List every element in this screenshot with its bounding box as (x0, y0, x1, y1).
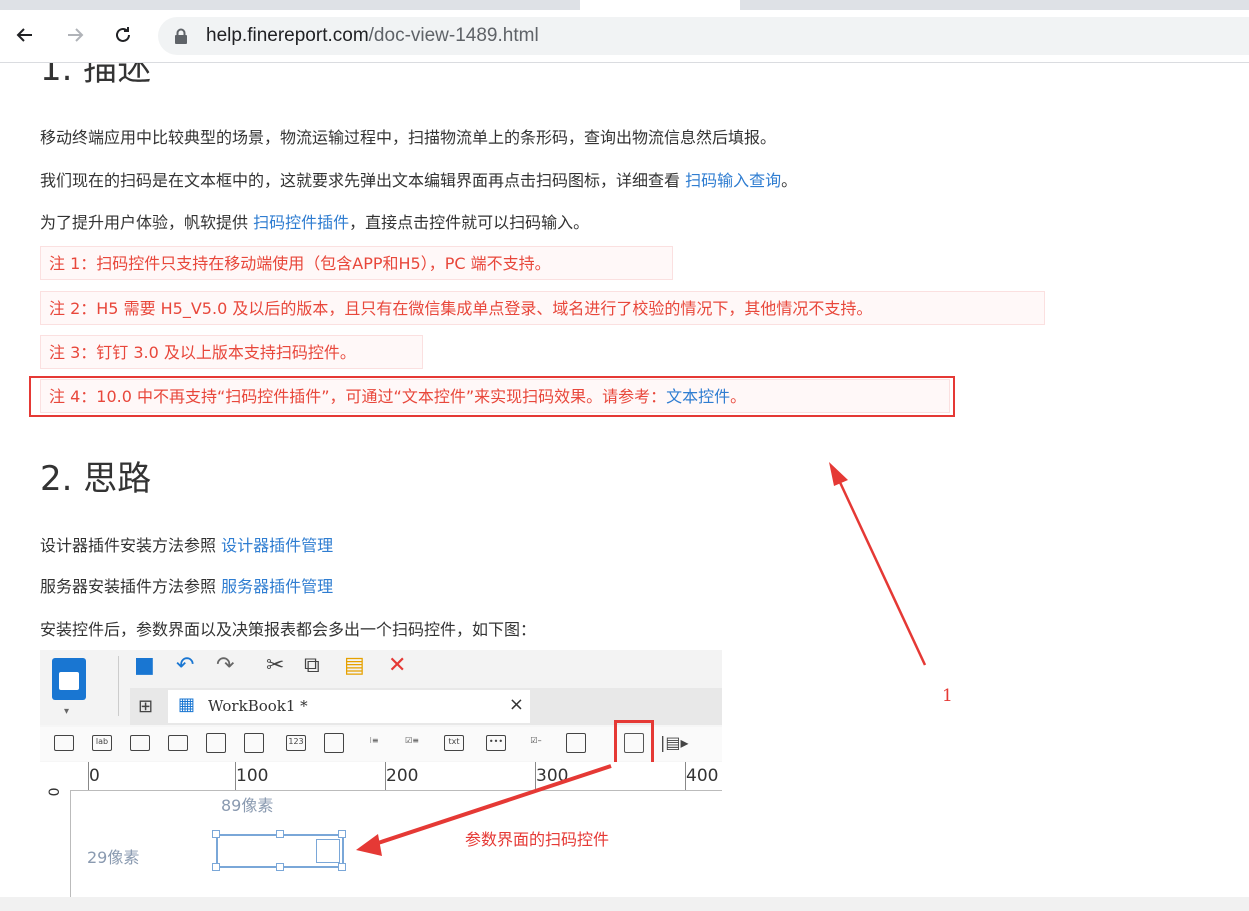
url-path: /doc-view-1489.html (368, 25, 539, 46)
ruler-100: 100 (236, 766, 269, 786)
address-bar[interactable]: help.finereport.com/doc-view-1489.html (158, 17, 1249, 55)
note-2: 注 2：H5 需要 H5_V5.0 及以后的版本，且只有在微信集成单点登录、域名… (40, 291, 1045, 325)
paragraph-2-text: 我们现在的扫码是在文本框中的，这就要求先弹出文本编辑界面再点击扫码图标，详细查看 (40, 171, 686, 190)
ruler-tick (385, 762, 386, 790)
widget-checkbox-icon[interactable]: ☑– (526, 735, 546, 751)
paragraph-3-text: 为了提升用户体验，帆软提供 (40, 213, 254, 232)
undo-icon[interactable]: ↶ (176, 654, 194, 678)
reload-icon (116, 27, 130, 42)
workbook-tab-label: WorkBook1 * (208, 697, 308, 715)
designer-logo-icon (52, 658, 86, 700)
forward-arrow-icon (68, 28, 84, 42)
widget-combo-icon[interactable] (168, 735, 188, 751)
server-plugin-management-link[interactable]: 服务器插件管理 (221, 577, 333, 596)
bottom-bar (0, 897, 1249, 911)
designer-plugin-text: 设计器插件安装方法参照 (40, 536, 222, 555)
url-text[interactable]: help.finereport.com/doc-view-1489.html (206, 25, 539, 47)
note-1: 注 1：扫码控件只支持在移动端使用（包含APP和H5），PC 端不支持。 (40, 246, 673, 280)
active-tab[interactable] (580, 0, 740, 10)
annotation-number: 1 (942, 686, 953, 706)
parameter-canvas[interactable]: 89像素 29像素 (71, 791, 722, 897)
designer-toolbar: ▾ ■ ↶ ↷ ✂ ⧉ ▤ ✕ ⊞ ▦ WorkBook1 * × (40, 650, 722, 725)
copy-icon[interactable]: ⧉ (304, 654, 320, 678)
resize-handle[interactable] (276, 863, 284, 871)
resize-handle[interactable] (276, 830, 284, 838)
scan-widget-highlight-box (614, 720, 654, 766)
resize-handle[interactable] (212, 863, 220, 871)
widget-textbox-icon[interactable] (130, 735, 150, 751)
height-label: 29像素 (87, 848, 140, 867)
section2-title: 2. 思路 (40, 459, 152, 499)
width-label: 89像素 (221, 796, 274, 815)
ruler-tick (88, 762, 89, 790)
back-button[interactable] (12, 22, 38, 48)
redo-icon[interactable]: ↷ (216, 654, 234, 678)
widget-calendar-icon[interactable] (244, 733, 264, 753)
toolbar-separator (118, 656, 119, 716)
scan-widget-caption: 参数界面的扫码控件 (465, 830, 610, 849)
grid-icon[interactable]: ⊞ (138, 696, 153, 717)
install-description: 安装控件后，参数界面以及决策报表都会多出一个扫码控件，如下图： (40, 620, 537, 639)
horizontal-ruler: 0 100 200 300 400 (40, 762, 722, 791)
section1-title: 1. 描述 (40, 63, 152, 89)
ruler-400: 400 (686, 766, 719, 786)
ruler-tick (535, 762, 536, 790)
workbook-icon: ▦ (178, 694, 196, 715)
server-plugin-line: 服务器安装插件方法参照 服务器插件管理 (40, 573, 333, 597)
designer-plugin-management-link[interactable]: 设计器插件管理 (221, 536, 333, 555)
note-4-highlight-box (29, 376, 955, 417)
cut-icon[interactable]: ✂ (266, 654, 284, 678)
ruler-300: 300 (536, 766, 569, 786)
reload-button[interactable] (110, 22, 136, 48)
widget-radio-group-icon[interactable]: ⁝≡ (364, 735, 384, 751)
widget-textarea-icon[interactable] (324, 733, 344, 753)
lock-icon (175, 28, 187, 44)
delete-icon[interactable]: ✕ (388, 654, 406, 678)
ruler-tick (685, 762, 686, 790)
tab-strip (0, 0, 1249, 10)
designer-plugin-line: 设计器插件安装方法参照 设计器插件管理 (40, 532, 333, 556)
scan-widget-plugin-link[interactable]: 扫码控件插件 (253, 213, 349, 232)
vertical-ruler: 0 (40, 787, 71, 897)
workbook-tab[interactable]: ▦ WorkBook1 * × (168, 690, 530, 723)
browser-toolbar: help.finereport.com/doc-view-1489.html (0, 10, 1249, 63)
paragraph-3-end: ，直接点击控件就可以扫码输入。 (349, 213, 590, 232)
paragraph-2: 我们现在的扫码是在文本框中的，这就要求先弹出文本编辑界面再点击扫码图标，详细查看… (40, 167, 797, 191)
ruler-tick (235, 762, 236, 790)
paragraph-2-end: 。 (781, 171, 798, 190)
scan-input-query-link[interactable]: 扫码输入查询 (685, 171, 781, 190)
designer-screenshot: ▾ ■ ↶ ↷ ✂ ⧉ ▤ ✕ ⊞ ▦ WorkBook1 * × lab 12… (40, 650, 722, 897)
note-3: 注 3：钉钉 3.0 及以上版本支持扫码控件。 (40, 335, 423, 369)
vruler-0: 0 (44, 787, 61, 797)
paste-icon[interactable]: ▤ (344, 654, 365, 678)
widget-date-icon[interactable] (206, 733, 226, 753)
scan-icon[interactable] (316, 839, 340, 863)
ruler-0: 0 (89, 766, 100, 786)
dropdown-arrow-icon: ▾ (64, 706, 70, 717)
page-content: 1. 描述 移动终端应用中比较典型的场景，物流运输过程中，扫描物流单上的条形码，… (0, 63, 1249, 897)
resize-handle[interactable] (212, 830, 220, 838)
url-domain: help.finereport.com (206, 25, 369, 46)
server-plugin-text: 服务器安装插件方法参照 (40, 577, 222, 596)
more-widgets-icon[interactable]: |▤▸ (660, 733, 689, 752)
widget-button-icon[interactable] (54, 735, 74, 751)
resize-handle[interactable] (338, 830, 346, 838)
widget-text-icon[interactable]: txt (444, 735, 464, 751)
widget-number-icon[interactable]: 123 (286, 735, 306, 751)
widget-label-icon[interactable]: lab (92, 735, 112, 751)
widget-password-icon[interactable]: ••• (486, 735, 506, 751)
back-arrow-icon (16, 28, 32, 42)
widget-checkbox-group-icon[interactable]: ☑≡ (402, 735, 422, 751)
resize-handle[interactable] (338, 863, 346, 871)
save-icon[interactable]: ■ (134, 654, 155, 678)
paragraph-3: 为了提升用户体验，帆软提供 扫码控件插件，直接点击控件就可以扫码输入。 (40, 209, 589, 233)
paragraph-1: 移动终端应用中比较典型的场景，物流运输过程中，扫描物流单上的条形码，查询出物流信… (40, 128, 777, 147)
forward-button[interactable] (62, 22, 88, 48)
widget-tree-icon[interactable] (566, 733, 586, 753)
ruler-200: 200 (386, 766, 419, 786)
close-icon[interactable]: × (509, 694, 524, 715)
